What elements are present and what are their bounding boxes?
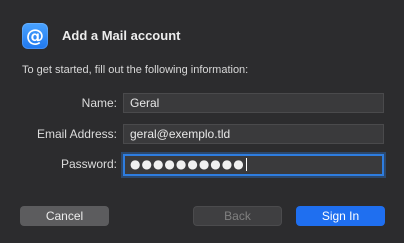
password-mask: ●●●●●●●●●●	[130, 157, 245, 171]
sign-in-button[interactable]: Sign In	[296, 206, 385, 226]
add-mail-account-dialog: @ Add a Mail account To get started, fil…	[0, 0, 404, 243]
dialog-title: Add a Mail account	[62, 28, 181, 43]
intro-text: To get started, fill out the following i…	[22, 64, 249, 76]
name-label: Name:	[81, 96, 117, 110]
password-field[interactable]: ●●●●●●●●●●	[123, 154, 384, 176]
back-button[interactable]: Back	[193, 206, 282, 226]
password-label: Password:	[60, 157, 117, 171]
cancel-button[interactable]: Cancel	[20, 206, 109, 226]
name-row: Name: Geral	[0, 93, 404, 115]
email-label: Email Address:	[36, 127, 117, 141]
name-field[interactable]: Geral	[123, 93, 384, 113]
email-row: Email Address: geral@exemplo.tld	[0, 124, 404, 146]
email-field[interactable]: geral@exemplo.tld	[123, 124, 384, 144]
mail-at-icon: @	[22, 23, 48, 49]
text-caret	[245, 158, 247, 172]
password-row: Password: ●●●●●●●●●●	[0, 154, 404, 176]
